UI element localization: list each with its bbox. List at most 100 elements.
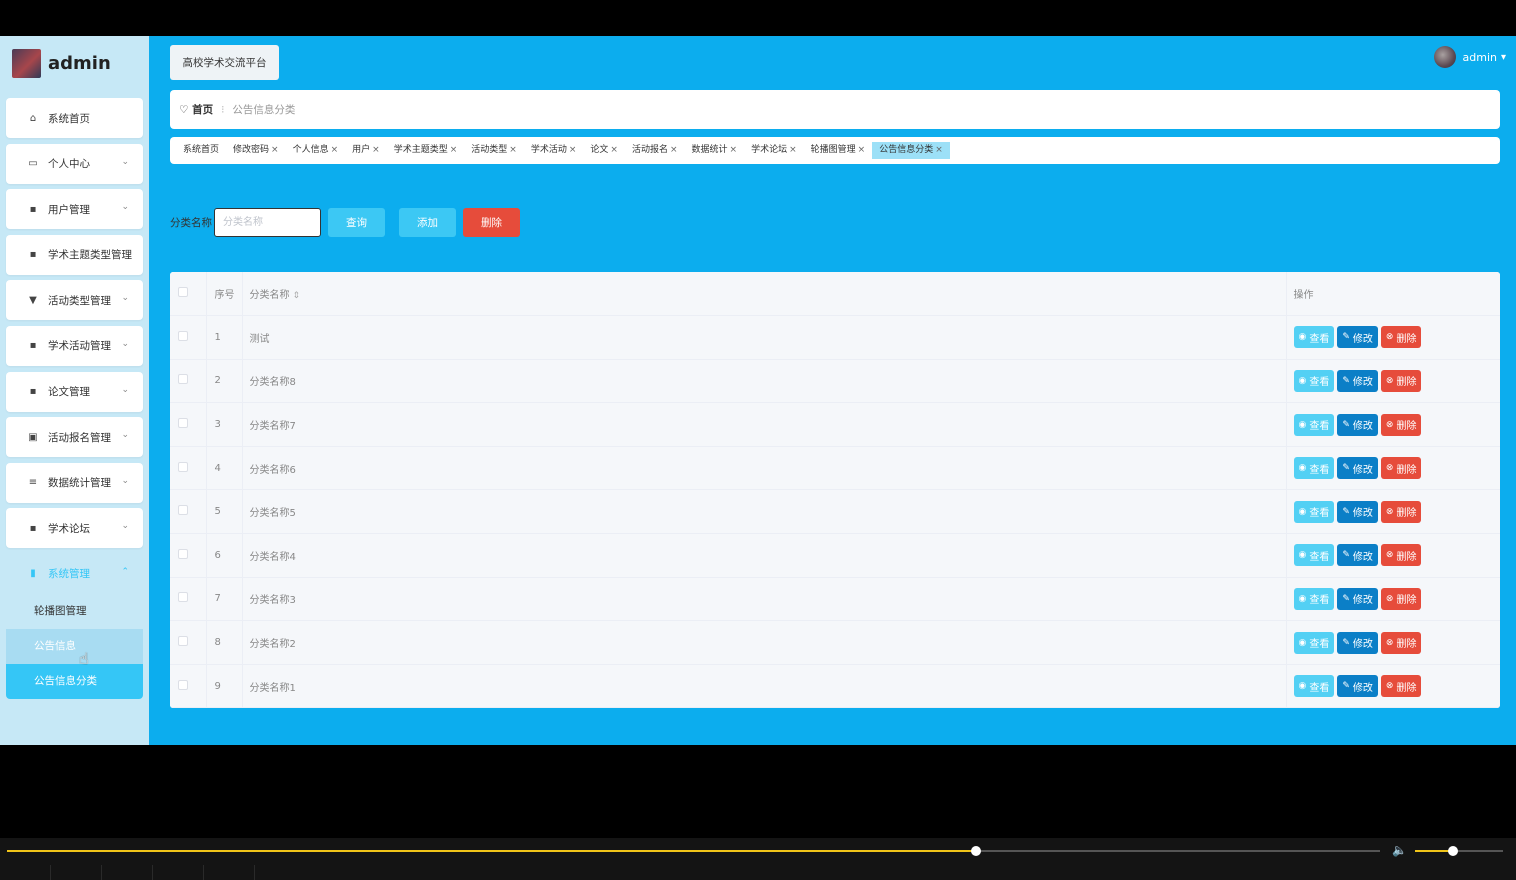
volume-handle[interactable]: [1447, 846, 1458, 856]
row-checkbox[interactable]: [178, 592, 188, 603]
close-icon[interactable]: ×: [858, 145, 866, 155]
tag-12[interactable]: 公告信息分类 ×: [872, 142, 950, 159]
delete-button[interactable]: ⊗ 删除: [1380, 369, 1422, 392]
table-row: 3 分类名称7 ◉ 查看 ✎ 修改 ⊗ 删除: [170, 402, 1500, 447]
tag-1[interactable]: 修改密码 ×: [226, 142, 286, 159]
user-menu[interactable]: admin ▾: [1433, 46, 1506, 68]
view-button[interactable]: ◉ 查看: [1293, 369, 1335, 392]
sidebar-item-5[interactable]: ▪ 学术活动管理 ⌄: [6, 325, 143, 366]
eye-icon: ◉: [1298, 681, 1307, 692]
close-icon[interactable]: ×: [730, 145, 738, 155]
close-icon[interactable]: ×: [670, 145, 678, 155]
breadcrumb-home[interactable]: ♡ 首页: [179, 102, 213, 117]
edit-button[interactable]: ✎ 修改: [1337, 326, 1378, 349]
close-icon[interactable]: ×: [331, 145, 339, 155]
row-checkbox[interactable]: [178, 418, 188, 429]
row-checkbox[interactable]: [178, 374, 188, 385]
tag-9[interactable]: 数据统计 ×: [685, 142, 745, 159]
sidebar-item-9[interactable]: ▪ 学术论坛 ⌄: [6, 508, 143, 549]
view-button[interactable]: ◉ 查看: [1293, 500, 1335, 523]
close-icon[interactable]: ×: [935, 145, 943, 155]
tag-8[interactable]: 活动报名 ×: [625, 142, 685, 159]
sidebar-item-1[interactable]: ▭ 个人中心 ⌄: [6, 143, 143, 184]
row-actions: ◉ 查看 ✎ 修改 ⊗ 删除: [1286, 489, 1500, 535]
row-checkbox[interactable]: [178, 330, 188, 341]
tag-0[interactable]: 系统首页: [176, 142, 226, 159]
sidebar-item-label: 系统首页: [48, 112, 90, 125]
sidebar-item-2[interactable]: ▪ 用户管理 ⌄: [6, 189, 143, 230]
select-all-checkbox[interactable]: [178, 287, 188, 298]
view-button[interactable]: ◉ 查看: [1293, 587, 1335, 610]
submenu-item-1[interactable]: 公告信息: [6, 628, 143, 664]
pencil-icon: ✎: [1342, 332, 1350, 343]
platform-button[interactable]: 高校学术交流平台: [170, 45, 279, 80]
row-name: 分类名称2: [242, 620, 1287, 665]
tag-6[interactable]: 学术活动 ×: [524, 142, 584, 159]
submenu-item-2[interactable]: 公告信息分类: [6, 663, 143, 699]
row-checkbox[interactable]: [178, 461, 188, 472]
close-icon[interactable]: ×: [789, 145, 797, 155]
category-name-input[interactable]: [214, 208, 321, 237]
delete-button[interactable]: ⊗ 删除: [1380, 675, 1422, 698]
batch-delete-button[interactable]: 删除: [463, 208, 520, 237]
row-index: 3: [206, 402, 243, 447]
sidebar-item-8[interactable]: ≡ 数据统计管理 ⌄: [6, 462, 143, 503]
delete-button[interactable]: ⊗ 删除: [1380, 544, 1422, 567]
sidebar-item-7[interactable]: ▣ 活动报名管理 ⌄: [6, 417, 143, 458]
row-name: 分类名称7: [242, 402, 1287, 447]
close-icon[interactable]: ×: [372, 145, 380, 155]
sort-icon[interactable]: ⇕: [293, 291, 301, 301]
submenu-item-0[interactable]: 轮播图管理: [6, 594, 143, 629]
close-icon[interactable]: ×: [450, 145, 458, 155]
tag-3[interactable]: 用户 ×: [345, 142, 387, 159]
sidebar-item-system[interactable]: ▮ 系统管理 ⌃: [6, 554, 143, 594]
delete-button[interactable]: ⊗ 删除: [1380, 326, 1422, 349]
tag-10[interactable]: 学术论坛 ×: [744, 142, 804, 159]
volume-icon[interactable]: 🔈: [1392, 843, 1407, 857]
edit-button[interactable]: ✎ 修改: [1337, 544, 1378, 567]
view-button[interactable]: ◉ 查看: [1293, 675, 1335, 698]
delete-button[interactable]: ⊗ 删除: [1380, 631, 1422, 654]
row-checkbox[interactable]: [178, 548, 188, 559]
seek-bar[interactable]: [7, 846, 1380, 856]
volume-slider[interactable]: [1415, 846, 1503, 856]
row-checkbox[interactable]: [178, 505, 188, 516]
seek-handle[interactable]: [971, 846, 982, 856]
sidebar-item-0[interactable]: ⌂ 系统首页: [6, 98, 143, 138]
query-button[interactable]: 查询: [328, 208, 385, 237]
grid-icon: ▪: [29, 203, 37, 215]
edit-button[interactable]: ✎ 修改: [1337, 413, 1378, 436]
row-checkbox[interactable]: [178, 679, 188, 690]
edit-button[interactable]: ✎ 修改: [1337, 631, 1378, 654]
view-button[interactable]: ◉ 查看: [1293, 457, 1335, 480]
tag-5[interactable]: 活动类型 ×: [464, 142, 524, 159]
view-button[interactable]: ◉ 查看: [1293, 631, 1335, 654]
delete-button[interactable]: ⊗ 删除: [1380, 457, 1422, 480]
edit-button[interactable]: ✎ 修改: [1337, 587, 1378, 610]
tag-11[interactable]: 轮播图管理 ×: [804, 142, 873, 159]
edit-button[interactable]: ✎ 修改: [1337, 675, 1378, 698]
view-button[interactable]: ◉ 查看: [1293, 413, 1335, 436]
delete-button[interactable]: ⊗ 删除: [1380, 413, 1422, 436]
close-icon[interactable]: ×: [610, 145, 618, 155]
header-name[interactable]: 分类名称 ⇕: [242, 272, 1287, 317]
delete-button[interactable]: ⊗ 删除: [1380, 500, 1422, 523]
close-icon[interactable]: ×: [509, 145, 517, 155]
tag-2[interactable]: 个人信息 ×: [286, 142, 346, 159]
tag-label: 修改密码: [233, 145, 270, 155]
close-icon[interactable]: ×: [569, 145, 577, 155]
tag-7[interactable]: 论文 ×: [583, 142, 625, 159]
row-checkbox[interactable]: [178, 636, 188, 647]
edit-button[interactable]: ✎ 修改: [1337, 369, 1378, 392]
sidebar-item-6[interactable]: ▪ 论文管理 ⌄: [6, 371, 143, 412]
sidebar-item-3[interactable]: ▪ 学术主题类型管理: [6, 234, 143, 275]
edit-button[interactable]: ✎ 修改: [1337, 457, 1378, 480]
view-button[interactable]: ◉ 查看: [1293, 544, 1335, 567]
edit-button[interactable]: ✎ 修改: [1337, 500, 1378, 523]
sidebar-item-4[interactable]: ▼ 活动类型管理 ⌄: [6, 280, 143, 321]
delete-button[interactable]: ⊗ 删除: [1380, 587, 1422, 610]
add-button[interactable]: 添加: [399, 208, 456, 237]
tag-4[interactable]: 学术主题类型 ×: [387, 142, 465, 159]
view-button[interactable]: ◉ 查看: [1293, 326, 1335, 349]
close-icon[interactable]: ×: [271, 145, 279, 155]
